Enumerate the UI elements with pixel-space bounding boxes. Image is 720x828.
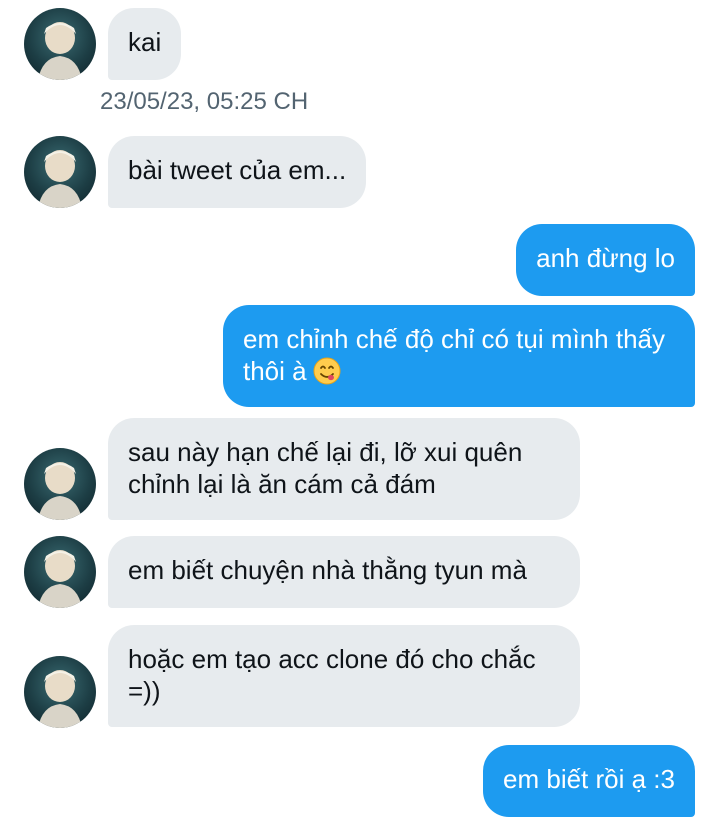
message-bubble-outgoing[interactable]: em chỉnh chế độ chỉ có tụi mình thấy thô…	[223, 305, 695, 407]
avatar[interactable]	[24, 656, 96, 728]
message-bubble-incoming[interactable]: hoặc em tạo acc clone đó cho chắc =))	[108, 625, 580, 727]
message-bubble-incoming[interactable]: sau này hạn chế lại đi, lỡ xui quên chỉn…	[108, 418, 580, 520]
message-bubble-incoming[interactable]: kai	[108, 8, 182, 80]
user-photo-icon	[38, 670, 82, 728]
user-photo-icon	[38, 550, 82, 608]
avatar[interactable]	[24, 536, 96, 608]
user-photo-icon	[38, 22, 82, 80]
message-bubble-outgoing[interactable]: anh đừng lo	[516, 224, 695, 296]
face-savoring-food-emoji	[313, 357, 341, 385]
avatar[interactable]	[24, 136, 96, 208]
message-bubble-outgoing[interactable]: em biết rồi ạ :3	[483, 745, 695, 817]
message-text: hoặc em tạo acc clone đó cho chắc =))	[128, 644, 536, 706]
message-text: sau này hạn chế lại đi, lỡ xui quên chỉn…	[128, 437, 523, 499]
message-bubble-incoming[interactable]: bài tweet của em...	[108, 136, 367, 208]
user-photo-icon	[38, 462, 82, 520]
message-timestamp: 23/05/23, 05:25 CH	[100, 88, 309, 115]
user-photo-icon	[38, 150, 82, 208]
message-text: em biết rồi ạ :3	[503, 764, 675, 794]
avatar[interactable]	[24, 448, 96, 520]
message-bubble-incoming[interactable]: em biết chuyện nhà thằng tyun mà	[108, 536, 580, 608]
dm-conversation: kai 23/05/23, 05:25 CH bài tweet của em.…	[0, 0, 720, 828]
message-text: em chỉnh chế độ chỉ có tụi mình thấy thô…	[243, 324, 666, 386]
message-text: bài tweet của em...	[128, 155, 347, 185]
avatar[interactable]	[24, 8, 96, 80]
message-text: anh đừng lo	[536, 243, 675, 273]
message-text: em biết chuyện nhà thằng tyun mà	[128, 555, 527, 585]
message-text: kai	[128, 27, 162, 57]
